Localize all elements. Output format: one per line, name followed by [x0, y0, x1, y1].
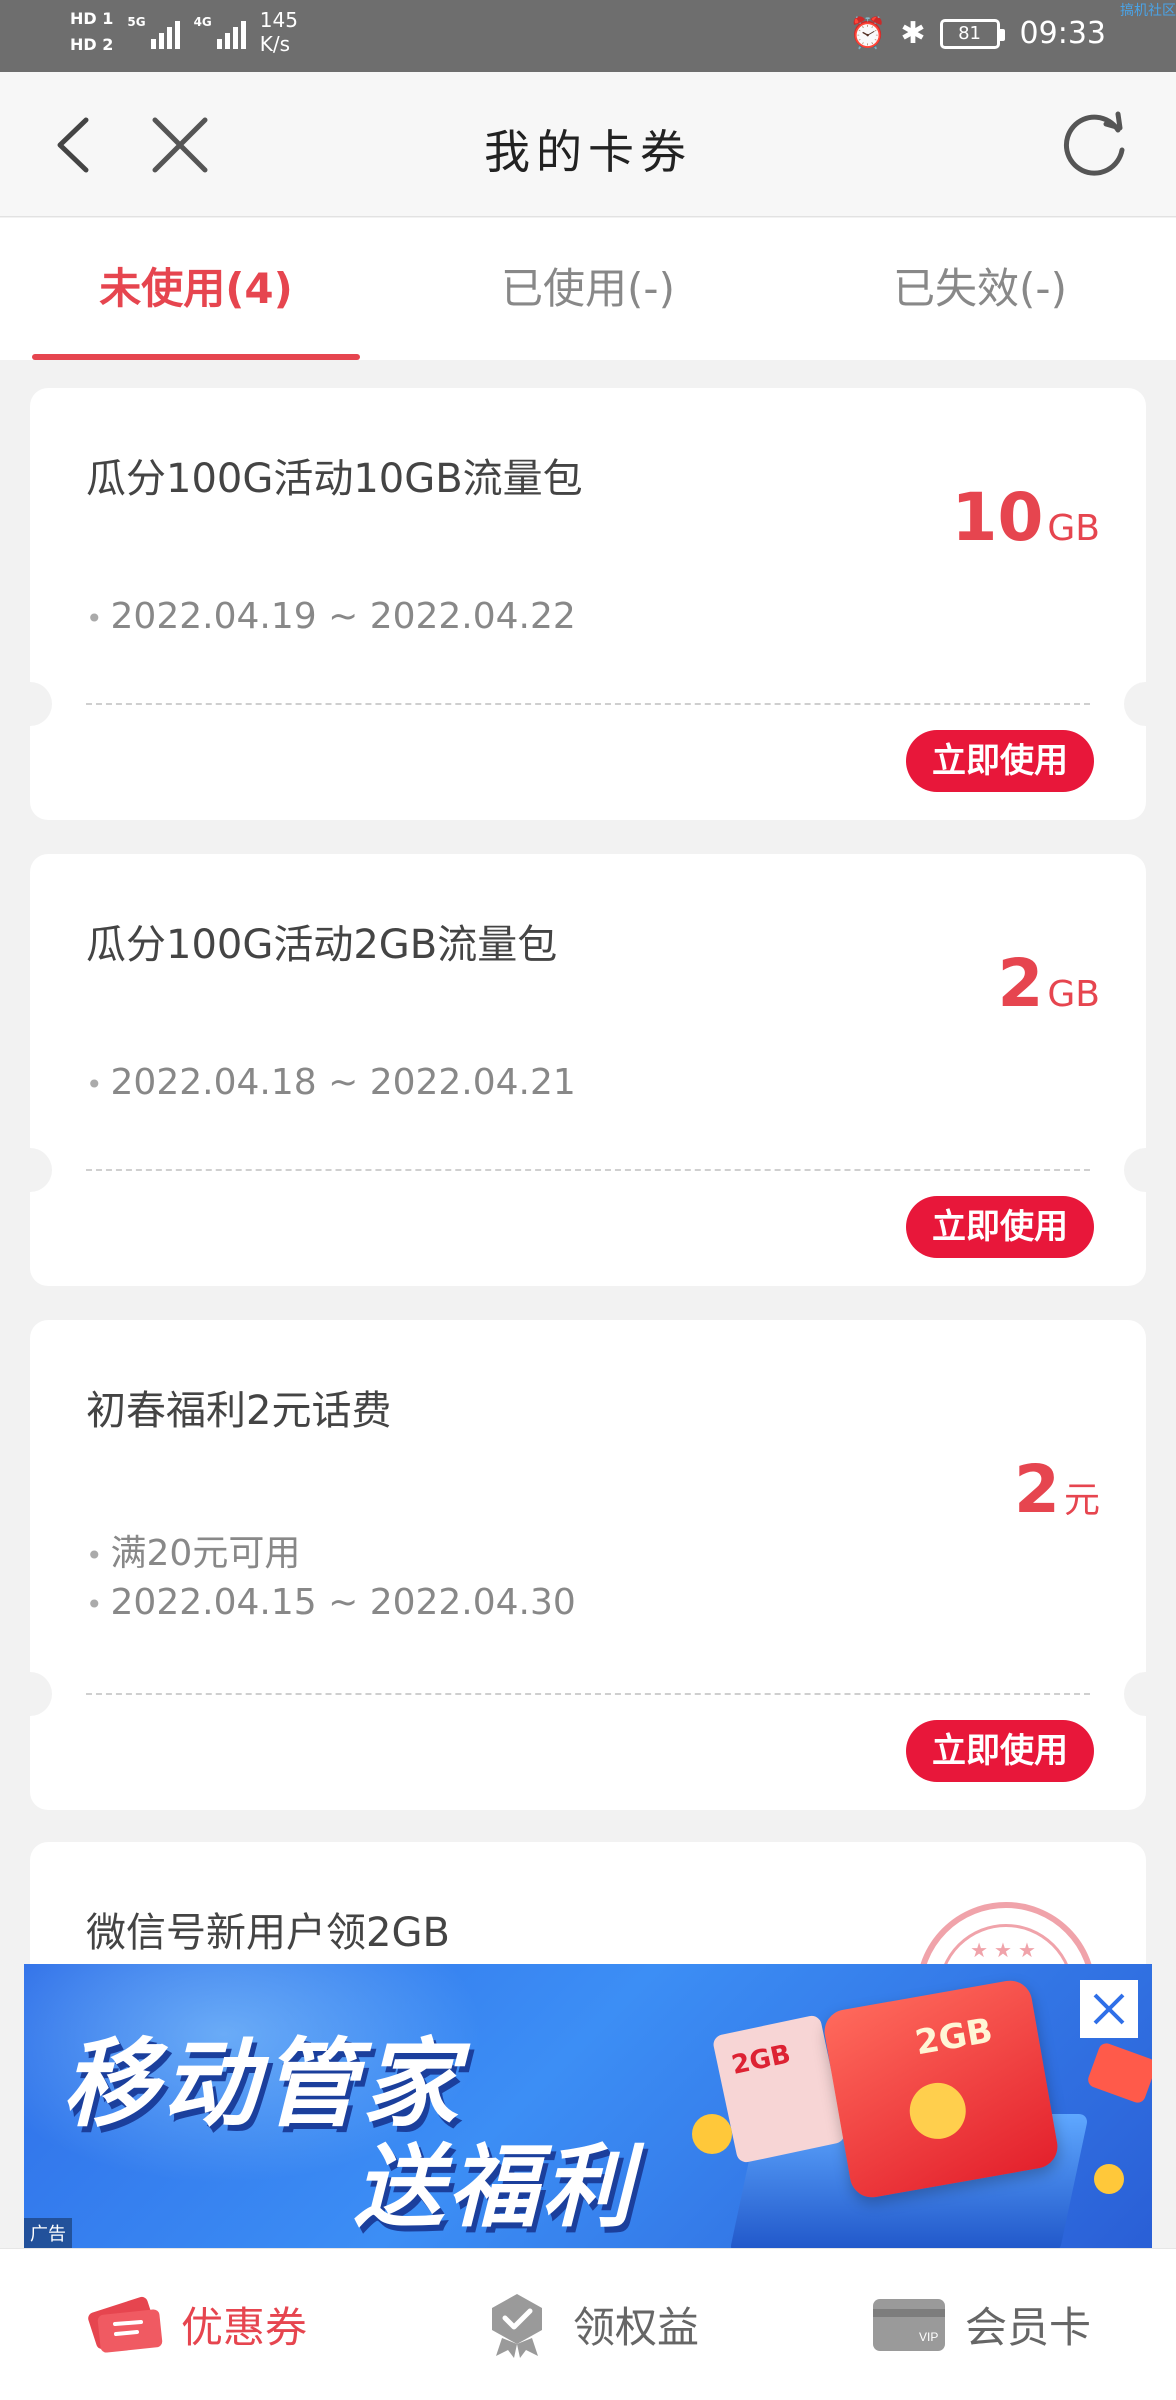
network-speed: 145 K/s	[259, 8, 298, 56]
use-now-button[interactable]: 立即使用	[906, 1196, 1094, 1258]
coupon-condition: 满20元可用	[86, 1524, 301, 1576]
ad-label: 广告	[24, 2218, 72, 2248]
use-now-button[interactable]: 立即使用	[906, 1720, 1094, 1782]
alarm-icon: ⏰	[849, 16, 887, 51]
bottom-nav-label: 优惠券	[180, 2303, 307, 2352]
use-now-button[interactable]: 立即使用	[906, 730, 1094, 792]
close-icon	[1093, 1993, 1125, 2025]
coupon-card[interactable]: 瓜分100G活动10GB流量包 10GB 2022.04.19 ~ 2022.0…	[30, 388, 1146, 820]
coupon-validity: 2022.04.19 ~ 2022.04.22	[86, 596, 576, 637]
coupon-icon	[85, 2290, 165, 2360]
tab-expired[interactable]: 已失效(-)	[784, 218, 1176, 360]
refresh-icon[interactable]	[1056, 106, 1136, 186]
coupon-title: 微信号新用户领2GB	[86, 1910, 450, 1956]
perforation	[86, 1169, 1090, 1171]
net-type-2: 4G	[193, 15, 212, 29]
nav-bar: 我的卡券	[0, 72, 1176, 217]
signal-4g-icon: 4G	[194, 15, 246, 49]
bottom-nav-label: 领权益	[572, 2303, 699, 2352]
coupon-amount: 10 GB	[951, 479, 1100, 556]
member-card-icon: VIP	[869, 2290, 949, 2360]
coupon-title: 瓜分100G活动10GB流量包	[86, 456, 583, 502]
coupon-amount: 2 GB	[997, 945, 1100, 1022]
tab-used[interactable]: 已使用(-)	[392, 218, 784, 360]
signal-5g-icon: 5G	[127, 15, 180, 49]
hd2-indicator: HD 2	[70, 35, 114, 54]
battery-icon: 81	[939, 18, 1005, 49]
perforation	[86, 1693, 1090, 1695]
badge-icon	[477, 2290, 557, 2360]
bottom-nav-member-card[interactable]: VIP 会员卡	[784, 2249, 1176, 2400]
coin-icon	[692, 2114, 732, 2154]
coupon-validity: 2022.04.15 ~ 2022.04.30	[86, 1582, 576, 1623]
watermark: 搞机社区	[1120, 3, 1176, 19]
coin-icon	[1094, 2164, 1124, 2194]
coupon-title: 初春福利2元话费	[86, 1388, 392, 1434]
page-title: 我的卡券	[484, 125, 692, 179]
svg-text:VIP: VIP	[919, 2330, 938, 2344]
net-type-1: 5G	[127, 15, 146, 29]
red-envelope-icon: 2GB	[821, 1977, 1061, 2201]
gem-icon	[1085, 2041, 1152, 2105]
coupon-tabs: 未使用(4) 已使用(-) 已失效(-)	[0, 218, 1176, 360]
clock: 09:33	[1019, 16, 1106, 51]
perforation	[86, 703, 1090, 705]
coupon-card[interactable]: 初春福利2元话费 2元 满20元可用 2022.04.15 ~ 2022.04.…	[30, 1320, 1146, 1810]
status-bar: HD 1 HD 2 5G 4G 145 K/s ⏰ ✱ 81 09:33 搞机社…	[0, 0, 1176, 72]
coupon-amount: 2元	[1014, 1451, 1100, 1528]
ad-banner[interactable]: 2GB 2GB 移动管家 送福利 广告	[24, 1964, 1152, 2248]
bottom-nav-coupons[interactable]: 优惠券	[0, 2249, 392, 2400]
bottom-nav: 优惠券 领权益 VIP 会员卡	[0, 2248, 1176, 2400]
ad-close-button[interactable]	[1080, 1980, 1138, 2038]
hd1-indicator: HD 1	[70, 9, 114, 28]
bottom-nav-benefits[interactable]: 领权益	[392, 2249, 784, 2400]
coupon-title: 瓜分100G活动2GB流量包	[86, 922, 558, 968]
bottom-nav-label: 会员卡	[964, 2303, 1091, 2352]
status-left: HD 1 HD 2 5G 4G 145 K/s	[70, 8, 298, 56]
tab-unused[interactable]: 未使用(4)	[0, 218, 392, 360]
ad-subheadline: 送福利	[354, 2135, 636, 2240]
coupon-card[interactable]: 瓜分100G活动2GB流量包 2GB 2022.04.18 ~ 2022.04.…	[30, 854, 1146, 1286]
coupon-validity: 2022.04.18 ~ 2022.04.21	[86, 1062, 576, 1103]
bluetooth-icon: ✱	[900, 16, 926, 51]
status-right: ⏰ ✱ 81 09:33	[849, 16, 1106, 51]
